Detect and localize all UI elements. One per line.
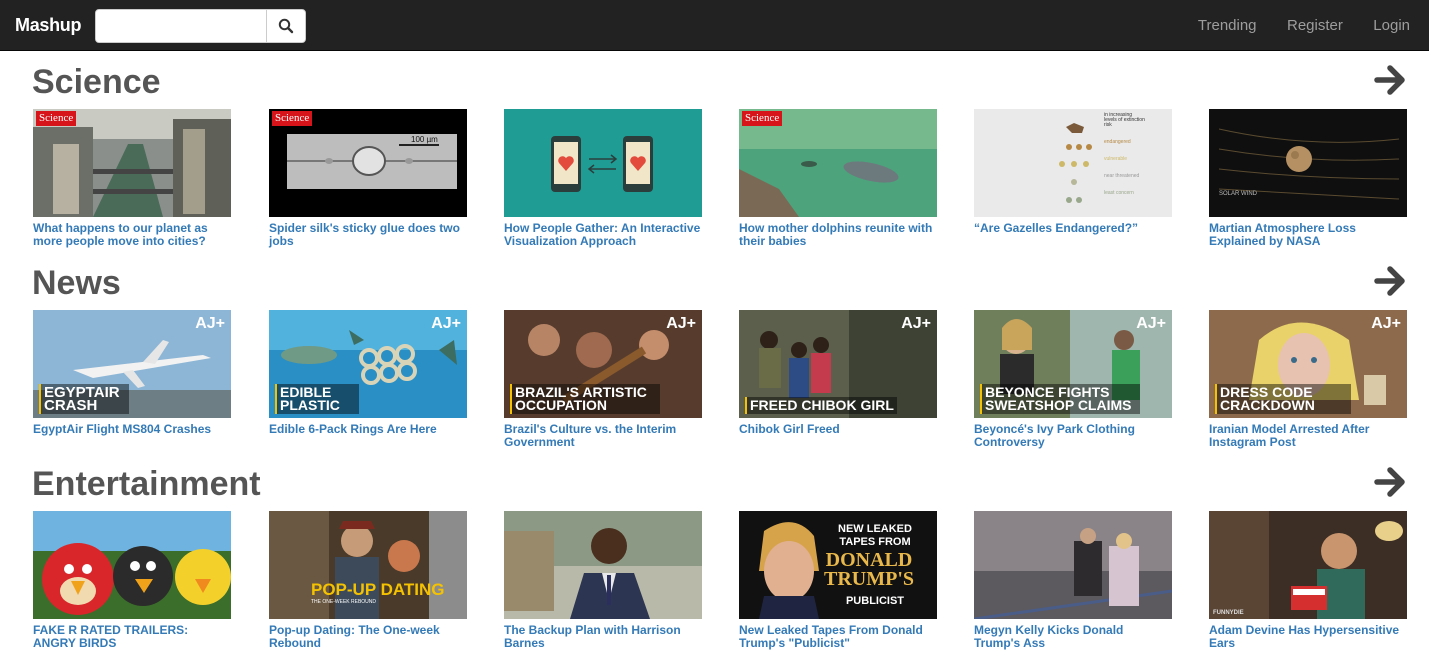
funnydie-logo: FUNNYDIE — [1213, 610, 1244, 616]
section-title: Science — [32, 63, 161, 101]
video-title-link[interactable]: What happens to our planet as more peopl… — [33, 222, 231, 248]
legend-item: near threatened — [1104, 173, 1140, 179]
nav-login-link[interactable]: Login — [1373, 17, 1410, 34]
search-input[interactable] — [96, 10, 268, 42]
aj-plus-logo: AJ+ — [431, 315, 461, 332]
video-title-link[interactable]: Edible 6-Pack Rings Are Here — [269, 423, 467, 436]
solar-wind-label: SOLAR WIND — [1219, 191, 1258, 197]
video-overlay-title: BRAZIL'S ARTISTIC OCCUPATION — [510, 384, 660, 414]
navbar: Mashup Trending Register Login — [0, 0, 1429, 51]
video-title-link[interactable]: How mother dolphins reunite with their b… — [739, 222, 937, 248]
legend-item: least concern — [1104, 190, 1134, 196]
scale-label: 100 µm — [411, 135, 438, 144]
video-thumbnail[interactable] — [974, 511, 1172, 619]
legend-heading: in increasing levels of extinction risk — [1104, 112, 1145, 128]
video-overlay-title: DRESS CODE CRACKDOWN — [1215, 384, 1351, 414]
arrow-right-icon[interactable] — [1374, 264, 1408, 298]
video-title-link[interactable]: FAKE R RATED TRAILERS: ANGRY BIRDS — [33, 624, 231, 650]
video-title-link[interactable]: New Leaked Tapes From Donald Trump's "Pu… — [739, 624, 937, 650]
video-overlay-title: POP-UP DATING — [311, 580, 445, 599]
video-thumbnail[interactable]: AJ+ EDIBLE PLASTIC — [269, 310, 467, 418]
arrow-right-icon[interactable] — [1374, 465, 1408, 499]
video-overlay-title: NEW LEAKED TAPES FROM — [838, 523, 912, 548]
video-overlay-subtitle: PUBLICIST — [845, 595, 905, 607]
video-thumbnail[interactable]: AJ+ BEYONCE FIGHTS SWEATSHOP CLAIMS — [974, 310, 1172, 418]
section-title: News — [32, 264, 121, 302]
video-title-link[interactable]: Adam Devine Has Hypersensitive Ears — [1209, 624, 1407, 650]
video-overlay-title: EGYPTAIR CRASH — [39, 384, 129, 414]
video-title-link[interactable]: Pop-up Dating: The One-week Rebound — [269, 624, 467, 650]
video-thumbnail[interactable]: AJ+ BRAZIL'S ARTISTIC OCCUPATION — [504, 310, 702, 418]
video-title-link[interactable]: Megyn Kelly Kicks Donald Trump's Ass — [974, 624, 1172, 650]
nav-links: Trending Register Login — [1172, 17, 1410, 35]
video-overlay-title: EDIBLE PLASTIC — [275, 384, 359, 414]
legend-item: endangered — [1104, 139, 1131, 145]
video-thumbnail[interactable]: Science 100 µm — [269, 109, 467, 217]
video-title-link[interactable]: How People Gather: An Interactive Visual… — [504, 222, 702, 248]
video-thumbnail[interactable]: FUNNYDIE — [1209, 511, 1407, 619]
video-thumbnail[interactable]: SOLAR WIND — [1209, 109, 1407, 217]
risk-legend: in increasing levels of extinction risk … — [1104, 113, 1146, 196]
aj-plus-logo: AJ+ — [1371, 315, 1401, 332]
video-title-link[interactable]: The Backup Plan with Harrison Barnes — [504, 624, 702, 650]
nav-register-link[interactable]: Register — [1287, 17, 1343, 34]
science-badge: Science — [36, 111, 77, 126]
video-title-link[interactable]: Chibok Girl Freed — [739, 423, 937, 436]
aj-plus-logo: AJ+ — [195, 315, 225, 332]
video-title-link[interactable]: Spider silk's sticky glue does two jobs — [269, 222, 467, 248]
video-thumbnail[interactable]: AJ+ EGYPTAIR CRASH — [33, 310, 231, 418]
video-title-link[interactable]: Iranian Model Arrested After Instagram P… — [1209, 423, 1407, 449]
search-box — [95, 9, 306, 43]
video-thumbnail[interactable]: Science — [33, 109, 231, 217]
video-thumbnail[interactable] — [504, 109, 702, 217]
video-overlay-title: FREED CHIBOK GIRL — [745, 397, 897, 414]
video-title-link[interactable]: Beyoncé's Ivy Park Clothing Controversy — [974, 423, 1172, 449]
video-thumbnail[interactable]: Science — [739, 109, 937, 217]
search-icon — [278, 18, 294, 34]
aj-plus-logo: AJ+ — [666, 315, 696, 332]
aj-plus-logo: AJ+ — [901, 315, 931, 332]
science-badge: Science — [272, 111, 313, 126]
video-overlay-title: BEYONCE FIGHTS SWEATSHOP CLAIMS — [980, 384, 1140, 414]
video-thumbnail[interactable]: AJ+ DRESS CODE CRACKDOWN — [1209, 310, 1407, 418]
section-title: Entertainment — [32, 465, 261, 503]
video-overlay-big: DONALD TRUMP'S — [824, 549, 914, 590]
brand-logo[interactable]: Mashup — [15, 15, 82, 36]
legend-item: vulnerable — [1104, 156, 1128, 162]
video-thumbnail[interactable]: POP-UP DATING THE ONE-WEEK REBOUND — [269, 511, 467, 619]
video-title-link[interactable]: Brazil's Culture vs. the Interim Governm… — [504, 423, 702, 449]
nav-trending-link[interactable]: Trending — [1198, 17, 1257, 34]
aj-plus-logo: AJ+ — [1136, 315, 1166, 332]
video-thumbnail[interactable]: in increasing levels of extinction risk … — [974, 109, 1172, 217]
video-thumbnail[interactable]: AJ+ FREED CHIBOK GIRL — [739, 310, 937, 418]
video-thumbnail[interactable] — [33, 511, 231, 619]
search-button[interactable] — [266, 10, 305, 42]
science-badge: Science — [742, 111, 783, 126]
video-title-link[interactable]: Martian Atmosphere Loss Explained by NAS… — [1209, 222, 1407, 248]
video-overlay-subtitle: THE ONE-WEEK REBOUND — [311, 599, 377, 605]
video-title-link[interactable]: “Are Gazelles Endangered?” — [974, 222, 1172, 235]
video-thumbnail[interactable]: NEW LEAKED TAPES FROM DONALD TRUMP'S PUB… — [739, 511, 937, 619]
arrow-right-icon[interactable] — [1374, 63, 1408, 97]
video-thumbnail[interactable] — [504, 511, 702, 619]
video-title-link[interactable]: EgyptAir Flight MS804 Crashes — [33, 423, 231, 436]
